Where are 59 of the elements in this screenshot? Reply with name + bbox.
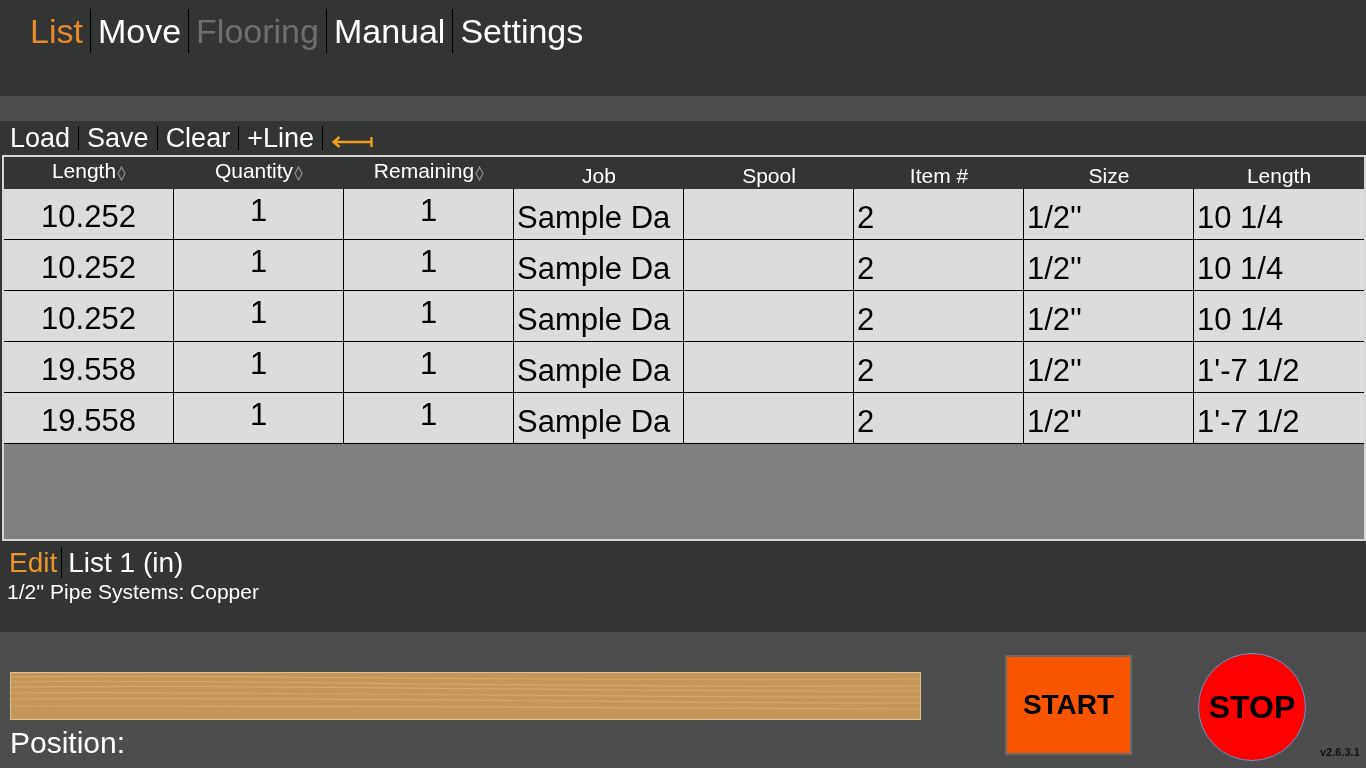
table-cell: 1/2'' bbox=[1024, 291, 1194, 342]
table-cell: Sample Da bbox=[514, 393, 684, 444]
tab[interactable]: Settings bbox=[453, 9, 591, 53]
table-cell: 2 bbox=[854, 342, 1024, 393]
column-header[interactable]: Quantity bbox=[214, 157, 304, 189]
table-cell: 1 bbox=[174, 342, 344, 393]
table-cell: 10.252 bbox=[4, 189, 174, 240]
table-cell: 1/2'' bbox=[1024, 240, 1194, 291]
table-cell: 1'-7 1/2 bbox=[1194, 393, 1364, 444]
column-header: Item # bbox=[909, 163, 969, 189]
table-cell: 1 bbox=[344, 240, 514, 291]
toolbar-button[interactable]: +Line bbox=[239, 122, 322, 154]
column-header[interactable]: Length bbox=[51, 157, 127, 189]
table-cell: 1 bbox=[174, 189, 344, 240]
table-cell: 2 bbox=[854, 393, 1024, 444]
table-cell: 19.558 bbox=[4, 342, 174, 393]
table-cell: 1 bbox=[344, 342, 514, 393]
table-cell: 1/2'' bbox=[1024, 342, 1194, 393]
tab[interactable]: List bbox=[23, 9, 90, 53]
table-cell: Sample Da bbox=[514, 291, 684, 342]
table-cell: 19.558 bbox=[4, 393, 174, 444]
table-cell: 10 1/4 bbox=[1194, 189, 1364, 240]
toolbar-button[interactable]: Load bbox=[2, 122, 79, 154]
tab[interactable]: Manual bbox=[326, 9, 453, 53]
start-button[interactable]: START bbox=[1005, 655, 1132, 755]
table-cell: Sample Da bbox=[514, 342, 684, 393]
table-cell: 2 bbox=[854, 189, 1024, 240]
left-arrow-icon[interactable] bbox=[332, 136, 373, 148]
table-cell: 10.252 bbox=[4, 291, 174, 342]
version-label: v2.6.3.1 bbox=[1320, 746, 1360, 758]
table-cell: 1 bbox=[174, 291, 344, 342]
toolbar-button[interactable]: Clear bbox=[157, 122, 239, 154]
table-cell: 1/2'' bbox=[1024, 189, 1194, 240]
table-cell: 1'-7 1/2 bbox=[1194, 342, 1364, 393]
table-cell: 1 bbox=[344, 291, 514, 342]
table-cell: 1 bbox=[174, 393, 344, 444]
stop-button[interactable]: STOP bbox=[1198, 653, 1306, 761]
column-header[interactable]: Remaining bbox=[373, 157, 485, 189]
column-header: Job bbox=[582, 163, 616, 189]
table-cell: 1 bbox=[344, 189, 514, 240]
table-cell: Sample Da bbox=[514, 189, 684, 240]
table-cell: 2 bbox=[854, 291, 1024, 342]
toolbar-button[interactable]: Save bbox=[79, 122, 157, 154]
table-cell: 1 bbox=[174, 240, 344, 291]
table-cell: 10 1/4 bbox=[1194, 291, 1364, 342]
column-header: Spool bbox=[742, 163, 796, 189]
table-cell: 2 bbox=[854, 240, 1024, 291]
table-cell: 10 1/4 bbox=[1194, 240, 1364, 291]
position-label: Position: bbox=[10, 725, 126, 761]
list-description: 1/2'' Pipe Systems: Copper bbox=[7, 579, 259, 604]
edit-button[interactable]: Edit bbox=[7, 546, 62, 579]
table-cell: Sample Da bbox=[514, 240, 684, 291]
table-cell: 1/2'' bbox=[1024, 393, 1194, 444]
tab[interactable]: Move bbox=[90, 9, 189, 53]
table-cell: 10.252 bbox=[4, 240, 174, 291]
column-header: Length bbox=[1246, 163, 1312, 189]
list-title: List 1 (in) bbox=[67, 546, 184, 579]
table-cell: 1 bbox=[344, 393, 514, 444]
column-header: Size bbox=[1088, 163, 1130, 189]
